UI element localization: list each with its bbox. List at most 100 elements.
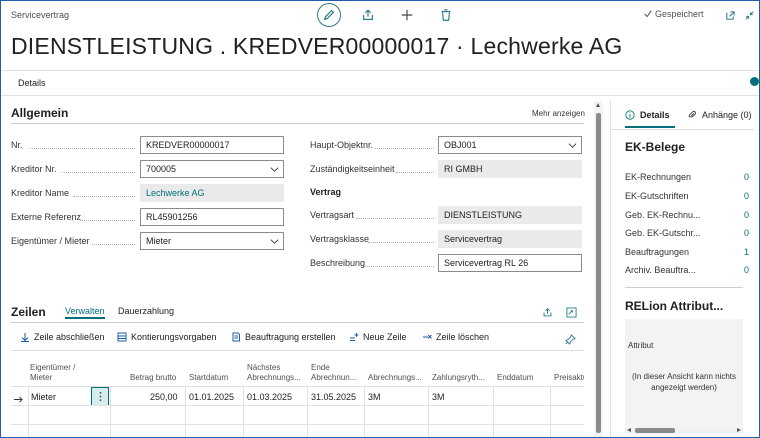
- cell-end-billing[interactable]: 31.05.2025: [311, 392, 356, 402]
- share-icon[interactable]: [356, 3, 380, 27]
- field-label: Beschreibung: [310, 258, 366, 268]
- row-value[interactable]: 0: [744, 265, 749, 275]
- delete-icon[interactable]: [434, 3, 458, 27]
- field-label: Haupt-Objektnr.: [310, 140, 374, 150]
- hscroll-thumb[interactable]: [635, 428, 675, 433]
- info-circle-icon: [625, 110, 635, 120]
- field-label: Vertragsklasse: [310, 234, 370, 244]
- row-value[interactable]: 0: [744, 228, 749, 238]
- attributes-hscrollbar[interactable]: [625, 427, 743, 434]
- close-line-button[interactable]: Zeile abschließen: [20, 332, 105, 342]
- section-title-lines[interactable]: Zeilen: [11, 305, 46, 319]
- share-icon[interactable]: [542, 305, 554, 317]
- responsibility-unit-value: RI GMBH: [438, 160, 582, 178]
- action-label: Zeile löschen: [436, 332, 490, 342]
- vendor-number-select[interactable]: 700005: [140, 160, 284, 178]
- scroll-left-icon[interactable]: [627, 428, 631, 432]
- ek-row-posted-credit-memos[interactable]: Geb. EK-Gutschr... 0: [625, 228, 749, 238]
- ek-row-posted-invoices[interactable]: Geb. EK-Rechnu... 0: [625, 210, 749, 220]
- tab-details[interactable]: Details: [18, 78, 46, 88]
- tab-manage[interactable]: Verwalten: [65, 306, 105, 319]
- show-more-link[interactable]: Mehr anzeigen: [532, 109, 585, 118]
- action-label: Kontierungsvorgaben: [131, 332, 217, 342]
- owner-tenant-select[interactable]: Mieter: [140, 232, 284, 250]
- vendor-name-link[interactable]: Lechwerke AG: [140, 184, 284, 202]
- current-row-arrow-icon: [13, 391, 25, 403]
- row-value[interactable]: 0: [744, 172, 749, 182]
- new-line-button[interactable]: Neue Zeile: [349, 332, 407, 342]
- field-label: Kreditor Name: [11, 188, 70, 198]
- cell-owner[interactable]: Mieter: [31, 392, 56, 402]
- cell-start[interactable]: 01.01.2025: [189, 392, 234, 402]
- action-label: Beauftragung erstellen: [245, 332, 336, 342]
- saved-label: Gespeichert: [655, 9, 704, 19]
- column-header-amount[interactable]: Betrag brutto: [130, 373, 176, 383]
- cell-billing[interactable]: 3M: [368, 392, 381, 402]
- main-object-select[interactable]: OBJ001: [438, 136, 582, 154]
- chevron-down-icon: [568, 143, 577, 148]
- column-header-end-billing[interactable]: Ende Abrechnun...: [311, 363, 361, 383]
- row-label: Geb. EK-Rechnu...: [625, 210, 701, 220]
- field-value: 700005: [146, 164, 177, 174]
- row-menu-button[interactable]: [91, 387, 109, 406]
- field-label: Eigentümer / Mieter: [11, 236, 90, 246]
- field-label: Zuständigkeitseinheit: [310, 164, 395, 174]
- column-header-owner[interactable]: Eigentümer / Mieter: [30, 363, 90, 383]
- tab-factbox-attachments[interactable]: Anhänge (0): [687, 110, 752, 120]
- description-input[interactable]: Servicevertrag RL 26: [438, 254, 582, 272]
- checkmark-icon: [644, 10, 652, 18]
- expand-icon[interactable]: [566, 305, 578, 318]
- row-value[interactable]: 0: [744, 210, 749, 220]
- new-line-icon: [350, 333, 359, 341]
- attributes-panel: Attribut (In dieser Ansicht kann nichts …: [625, 319, 743, 427]
- scroll-thumb[interactable]: [596, 113, 601, 433]
- paperclip-icon: [688, 110, 696, 118]
- cell-amount[interactable]: 250,00: [150, 392, 178, 402]
- row-label: Archiv. Beauftra...: [625, 265, 696, 275]
- external-reference-input[interactable]: RL45901256: [140, 208, 284, 226]
- column-header-start[interactable]: Startdatum: [189, 373, 228, 383]
- tab-recurring-payment[interactable]: Dauerzahlung: [118, 306, 174, 316]
- relion-attributes-title[interactable]: RELion Attribut...: [625, 299, 723, 313]
- create-order-button[interactable]: Beauftragung erstellen: [231, 332, 336, 342]
- column-header-enddate[interactable]: Enddatum: [497, 373, 533, 383]
- account-defaults-button[interactable]: Kontierungsvorgaben: [117, 332, 217, 342]
- tab-label: Details: [640, 110, 670, 120]
- ek-row-invoices[interactable]: EK-Rechnungen 0: [625, 172, 749, 182]
- tab-factbox-details[interactable]: Details: [625, 110, 670, 120]
- section-title-general[interactable]: Allgemein: [11, 106, 68, 120]
- contract-type-value: DIENSTLEISTUNG: [438, 206, 582, 224]
- row-value[interactable]: 1: [744, 247, 749, 257]
- field-label: Kreditor Nr.: [11, 164, 57, 174]
- info-icon[interactable]: [750, 77, 759, 86]
- cell-payment[interactable]: 3M: [432, 392, 445, 402]
- cell-next[interactable]: 01.03.2025: [247, 392, 292, 402]
- breadcrumb[interactable]: Servicevertrag: [11, 10, 69, 20]
- column-header-payment[interactable]: Zahlungsryth...: [432, 373, 485, 383]
- column-header-next[interactable]: Nächstes Abrechnungs...: [247, 363, 303, 383]
- empty-attributes-message: (In dieser Ansicht kann nichts angezeigt…: [631, 372, 737, 392]
- delete-line-button[interactable]: Zeile löschen: [422, 332, 489, 342]
- ek-row-archived-orders[interactable]: Archiv. Beauftra... 0: [625, 265, 749, 275]
- grid-icon: [117, 332, 127, 342]
- arrow-down-icon: [21, 333, 29, 342]
- main-scrollbar[interactable]: [594, 101, 603, 437]
- column-header-price[interactable]: Preisaktu: [554, 373, 584, 383]
- open-new-window-icon[interactable]: [725, 8, 737, 20]
- action-label: Neue Zeile: [363, 332, 407, 342]
- collapse-icon[interactable]: [744, 8, 756, 20]
- ek-row-credit-memos[interactable]: EK-Gutschriften 0: [625, 191, 749, 201]
- chevron-down-icon: [270, 239, 279, 244]
- number-input[interactable]: KREDVER00000017: [140, 136, 284, 154]
- new-icon[interactable]: [395, 3, 419, 27]
- edit-icon[interactable]: [317, 3, 341, 27]
- field-value: OBJ001: [444, 140, 477, 150]
- ek-documents-title[interactable]: EK-Belege: [625, 140, 685, 154]
- row-value[interactable]: 0: [744, 191, 749, 201]
- scroll-right-icon[interactable]: [737, 428, 741, 432]
- pin-icon[interactable]: [565, 332, 577, 345]
- row-label: EK-Gutschriften: [625, 191, 689, 201]
- ek-row-orders[interactable]: Beauftragungen 1: [625, 247, 749, 257]
- column-header-billing[interactable]: Abrechnungs...: [368, 373, 422, 383]
- scroll-up-icon[interactable]: [596, 103, 600, 107]
